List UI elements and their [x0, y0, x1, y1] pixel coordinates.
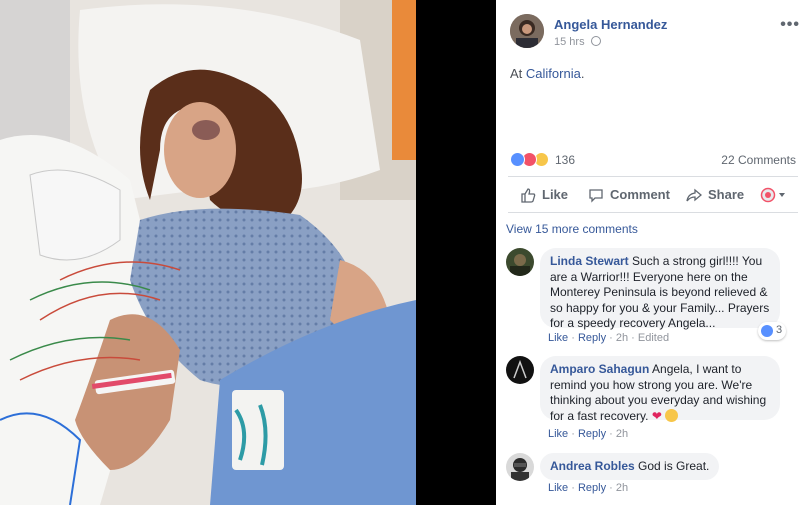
comment-time[interactable]: 2h — [616, 332, 628, 344]
commenter-name[interactable]: Linda Stewart — [550, 254, 629, 268]
comment-edited[interactable]: Edited — [638, 332, 669, 344]
comment-like-link[interactable]: Like — [548, 428, 568, 440]
like-reaction-icon — [510, 152, 525, 167]
comment-text: God is Great. — [638, 459, 710, 473]
reactions-bar: 136 22 Comments — [510, 152, 796, 170]
heart-emoji-icon: ❤ — [651, 408, 662, 423]
comment-count[interactable]: 22 Comments — [721, 153, 796, 167]
comment-reaction-count: 3 — [776, 324, 783, 336]
comment-icon — [589, 189, 603, 203]
comment-label: Comment — [610, 187, 670, 202]
commenter-avatar[interactable] — [506, 453, 534, 481]
post-timestamp[interactable]: 15 hrs — [554, 36, 601, 48]
view-more-comments-link[interactable]: View 15 more comments — [506, 222, 638, 236]
comment-like-link[interactable]: Like — [548, 482, 568, 494]
like-reaction-icon — [761, 325, 773, 337]
commenter-avatar[interactable] — [506, 248, 534, 276]
comment-meta: Like · Reply · 2h · Edited — [548, 332, 670, 344]
divider — [508, 176, 798, 177]
comment-reply-link[interactable]: Reply — [578, 332, 606, 344]
more-options-icon[interactable]: ••• — [780, 16, 800, 34]
reaction-icons[interactable] — [510, 152, 554, 168]
commenter-avatar[interactable] — [506, 356, 534, 384]
comment-time[interactable]: 2h — [616, 428, 628, 440]
hospital-photo-illustration — [0, 0, 416, 505]
comment-item: Amparo Sahagun Angela, I want to remind … — [506, 356, 800, 440]
post-side-panel: Angela Hernandez 15 hrs ••• At Californi… — [496, 0, 810, 505]
commenter-name[interactable]: Andrea Robles — [550, 459, 635, 473]
smile-emoji-icon — [665, 408, 679, 422]
post-location: At California. — [510, 66, 584, 81]
share-label: Share — [708, 187, 745, 202]
comment-like-link[interactable]: Like — [548, 332, 568, 344]
comment-item: Linda Stewart Such a strong girl!!!! You… — [506, 248, 800, 348]
author-name[interactable]: Angela Hernandez — [554, 17, 667, 32]
post-actions: Like Comment Share — [508, 180, 798, 210]
comment-item: Andrea Robles God is Great. Like · Reply… — [506, 453, 800, 497]
photo-viewer: Angela Hernandez 15 hrs ••• At Californi… — [0, 0, 810, 505]
reaction-selector-icon — [760, 187, 785, 203]
divider — [508, 212, 798, 213]
post-photo[interactable] — [0, 0, 416, 505]
reaction-count[interactable]: 136 — [555, 153, 575, 167]
location-link[interactable]: California — [526, 66, 581, 81]
comment-bubble: Linda Stewart Such a strong girl!!!! You… — [540, 248, 780, 330]
comment-reply-link[interactable]: Reply — [578, 428, 606, 440]
author-avatar[interactable] — [510, 14, 544, 48]
share-icon — [686, 188, 702, 202]
post-time[interactable]: 15 hrs — [554, 36, 585, 48]
thumbs-up-icon — [521, 188, 536, 203]
comment-reaction-badge[interactable]: 3 — [758, 322, 786, 340]
location-prefix: At — [510, 66, 526, 81]
like-label: Like — [542, 187, 569, 202]
location-suffix: . — [580, 66, 585, 81]
comment-time[interactable]: 2h — [616, 482, 628, 494]
post-header: Angela Hernandez 15 hrs ••• — [510, 14, 800, 54]
globe-icon — [590, 36, 601, 46]
commenter-name[interactable]: Amparo Sahagun — [550, 362, 649, 376]
comment-reply-link[interactable]: Reply — [578, 482, 606, 494]
comment-bubble: Amparo Sahagun Angela, I want to remind … — [540, 356, 780, 423]
comment-bubble: Andrea Robles God is Great. — [540, 453, 720, 480]
comment-meta: Like · Reply · 2h — [548, 428, 629, 440]
comment-meta: Like · Reply · 2h — [548, 482, 629, 494]
